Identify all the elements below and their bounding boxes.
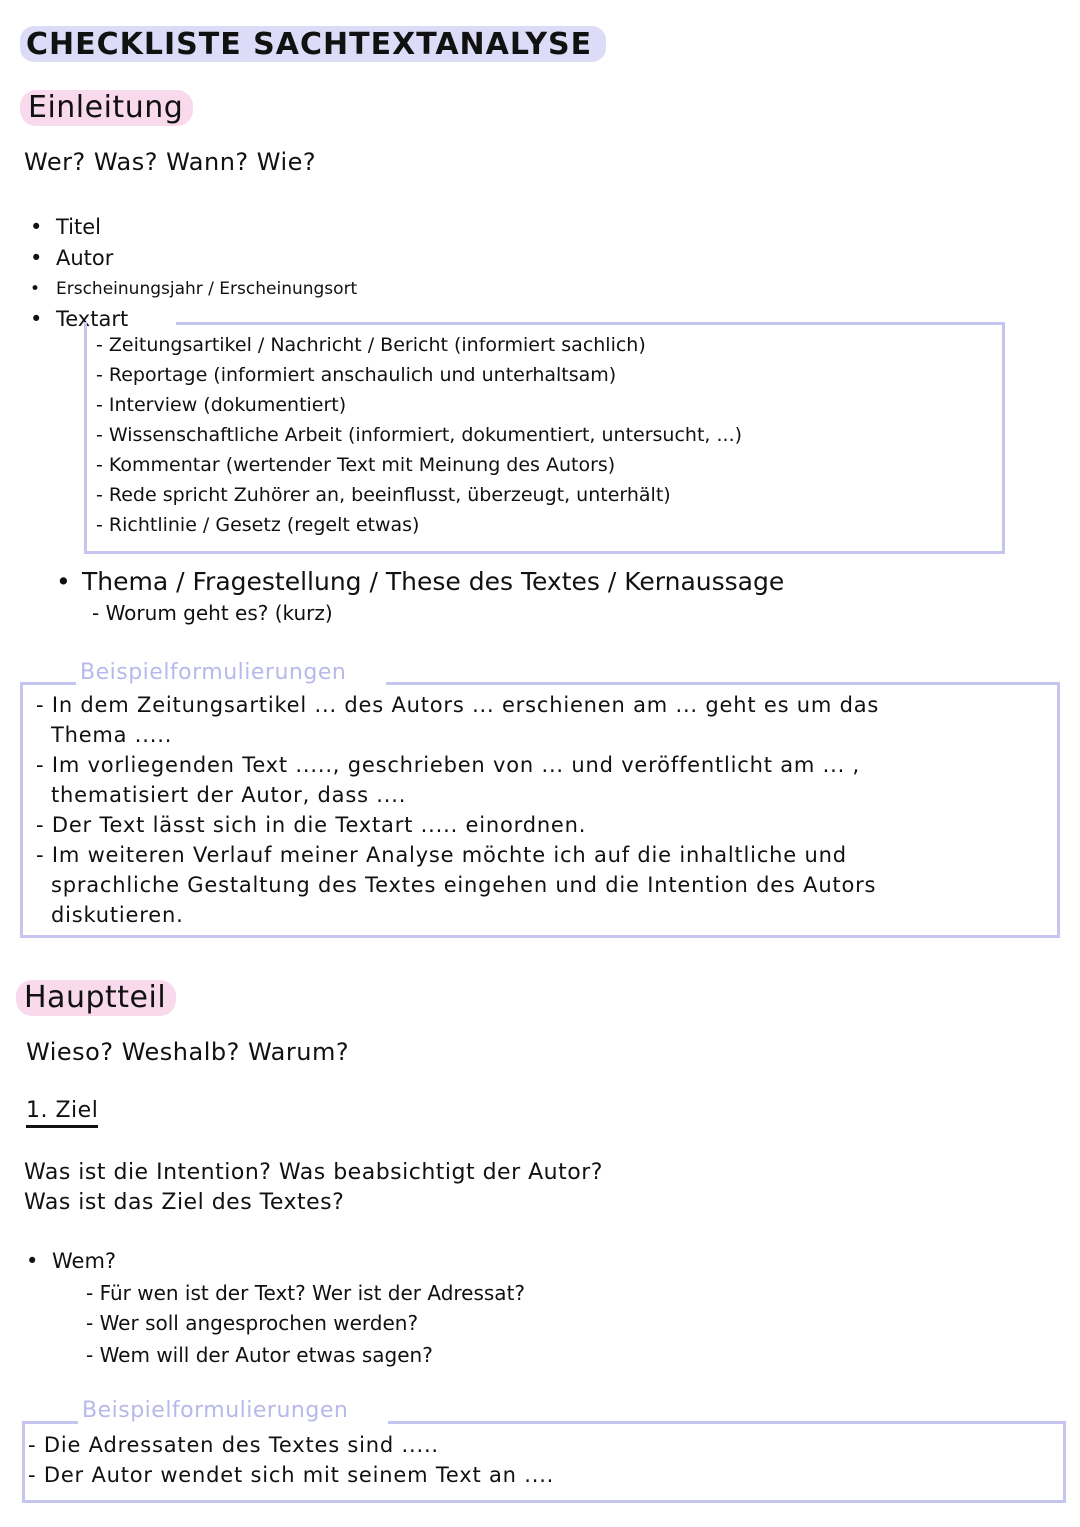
bullet-thema: Thema / Fragestellung / These des Textes…: [56, 566, 784, 598]
bullet-autor: Autor: [30, 243, 114, 273]
page-title: CHECKLISTE SACHTEXTANALYSE: [26, 27, 593, 62]
wem-sub: - Wem will der Autor etwas sagen?: [86, 1343, 433, 1367]
ziel-question: Was ist die Intention? Was beabsichtigt …: [24, 1160, 603, 1185]
textart-item: - Reportage (informiert anschaulich und …: [96, 364, 617, 386]
example-line: - Der Autor wendet sich mit seinem Text …: [28, 1463, 555, 1487]
example-line: sprachliche Gestaltung des Textes eingeh…: [36, 873, 877, 897]
textart-item: - Interview (dokumentiert): [96, 394, 347, 416]
example-line: Thema .....: [36, 723, 173, 747]
ziel-question: Was ist das Ziel des Textes?: [24, 1190, 345, 1215]
example-line: - Die Adressaten des Textes sind .....: [28, 1433, 439, 1457]
wem-sub: - Wer soll angesprochen werden?: [86, 1311, 419, 1335]
examples-label: Beispielformulierungen: [82, 1398, 349, 1423]
section-heading-hauptteil: Hauptteil: [16, 980, 177, 1016]
bullet-titel: Titel: [30, 212, 101, 242]
bullet-wem: Wem?: [26, 1246, 116, 1276]
textart-item: - Rede spricht Zuhörer an, beeinflusst, …: [96, 484, 671, 506]
example-line: diskutieren.: [36, 903, 184, 927]
textart-item: - Zeitungsartikel / Nachricht / Bericht …: [96, 334, 646, 356]
section-heading-einleitung: Einleitung: [20, 90, 194, 126]
thema-sub: - Worum geht es? (kurz): [92, 601, 333, 625]
bullet-erscheinung: Erscheinungsjahr / Erscheinungsort: [30, 274, 357, 304]
example-line: - Im vorliegenden Text ....., geschriebe…: [36, 753, 861, 777]
example-line: - In dem Zeitungsartikel ... des Autors …: [36, 693, 880, 717]
textart-item: - Wissenschaftliche Arbeit (informiert, …: [96, 424, 743, 446]
title-highlight: CHECKLISTE SACHTEXTANALYSE: [20, 26, 607, 62]
textart-item: - Richtlinie / Gesetz (regelt etwas): [96, 514, 420, 536]
wem-sub: - Für wen ist der Text? Wer ist der Adre…: [86, 1281, 526, 1305]
example-line: - Der Text lässt sich in die Textart ...…: [36, 813, 587, 837]
subheading-ziel: 1. Ziel: [26, 1098, 99, 1128]
example-line: thematisiert der Autor, dass ....: [36, 783, 407, 807]
example-line: - Im weiteren Verlauf meiner Analyse möc…: [36, 843, 847, 867]
einleitung-questions: Wer? Was? Wann? Wie?: [24, 148, 317, 176]
hauptteil-questions: Wieso? Weshalb? Warum?: [26, 1038, 350, 1066]
textart-item: - Kommentar (wertender Text mit Meinung …: [96, 454, 616, 476]
